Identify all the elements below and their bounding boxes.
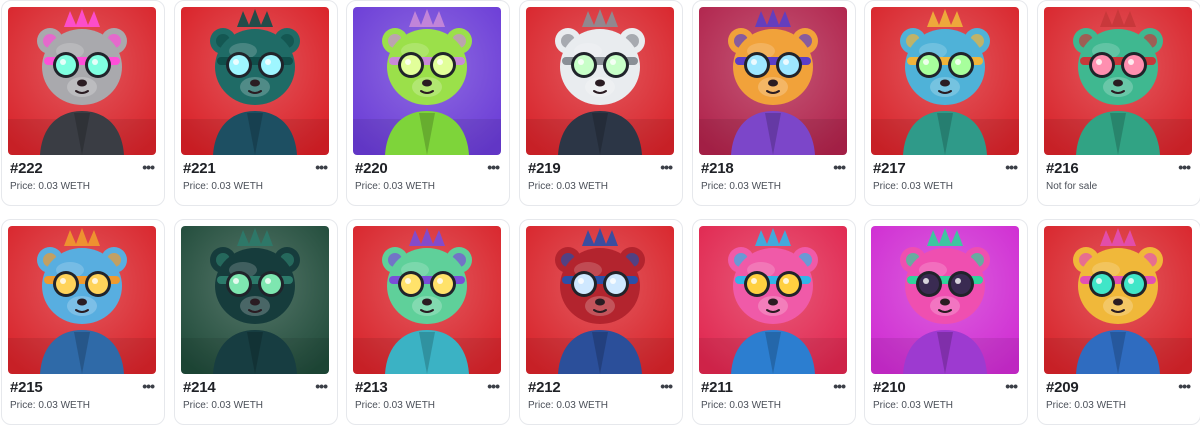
more-options-icon[interactable]: •••: [142, 379, 155, 393]
nft-card[interactable]: #215 ••• Price: 0.03 WETH: [1, 219, 165, 425]
nft-card[interactable]: #209 ••• Price: 0.03 WETH: [1037, 219, 1200, 425]
more-options-icon[interactable]: •••: [833, 160, 846, 174]
price-label: Price: 0.03 WETH: [528, 400, 609, 411]
more-options-icon[interactable]: •••: [1178, 160, 1191, 174]
more-options-icon[interactable]: •••: [660, 160, 673, 174]
price-label: Price: 0.03 WETH: [355, 400, 436, 411]
nft-card[interactable]: #217 ••• Price: 0.03 WETH: [864, 0, 1028, 206]
more-options-icon[interactable]: •••: [487, 160, 500, 174]
nft-card[interactable]: #211 ••• Price: 0.03 WETH: [692, 219, 856, 425]
lizard-character-icon[interactable]: [353, 7, 501, 155]
nft-card[interactable]: #214 ••• Price: 0.03 WETH: [174, 219, 338, 425]
token-id[interactable]: #210: [873, 379, 906, 396]
price-label: Price: 0.03 WETH: [355, 181, 436, 192]
token-id[interactable]: #211: [701, 379, 733, 396]
masked-pink-bear-character-icon[interactable]: [871, 226, 1019, 374]
price-label: Price: 0.03 WETH: [701, 181, 782, 192]
more-options-icon[interactable]: •••: [1178, 379, 1191, 393]
price-label: Price: 0.03 WETH: [183, 400, 264, 411]
price-label: Price: 0.03 WETH: [10, 400, 91, 411]
more-options-icon[interactable]: •••: [833, 379, 846, 393]
nft-card[interactable]: #218 ••• Price: 0.03 WETH: [692, 0, 856, 206]
punk-bear-character-icon[interactable]: [181, 7, 329, 155]
hooded-cat-character-icon[interactable]: [181, 226, 329, 374]
price-label: Price: 0.03 WETH: [873, 400, 954, 411]
spiky-bear-character-icon[interactable]: [1044, 7, 1192, 155]
token-id[interactable]: #213: [355, 379, 388, 396]
token-id[interactable]: #216: [1046, 160, 1079, 177]
nft-card[interactable]: #219 ••• Price: 0.03 WETH: [519, 0, 683, 206]
token-id[interactable]: #214: [183, 379, 216, 396]
token-id[interactable]: #221: [183, 160, 216, 177]
token-id[interactable]: #222: [10, 160, 43, 177]
more-options-icon[interactable]: •••: [315, 160, 328, 174]
price-label: Price: 0.03 WETH: [10, 181, 91, 192]
token-id[interactable]: #212: [528, 379, 561, 396]
more-options-icon[interactable]: •••: [315, 379, 328, 393]
more-options-icon[interactable]: •••: [1005, 379, 1018, 393]
hooded-monkey-character-icon[interactable]: [871, 7, 1019, 155]
duck-character-icon[interactable]: [699, 226, 847, 374]
lion-character-icon[interactable]: [8, 226, 156, 374]
nft-grid: #222 ••• Price: 0.03 WETH #221 ••• Price…: [0, 0, 1200, 434]
price-label: Price: 0.03 WETH: [701, 400, 782, 411]
nft-card[interactable]: #210 ••• Price: 0.03 WETH: [864, 219, 1028, 425]
more-options-icon[interactable]: •••: [1005, 160, 1018, 174]
nft-card[interactable]: #222 ••• Price: 0.03 WETH: [1, 0, 165, 206]
token-id[interactable]: #218: [701, 160, 734, 177]
price-label: Not for sale: [1046, 181, 1098, 192]
nft-card[interactable]: #216 ••• Not for sale: [1037, 0, 1200, 206]
more-options-icon[interactable]: •••: [487, 379, 500, 393]
nft-card[interactable]: #213 ••• Price: 0.03 WETH: [346, 219, 510, 425]
helmet-bear-character-icon[interactable]: [353, 226, 501, 374]
token-id[interactable]: #217: [873, 160, 906, 177]
token-id[interactable]: #215: [10, 379, 43, 396]
token-id[interactable]: #220: [355, 160, 388, 177]
more-options-icon[interactable]: •••: [142, 160, 155, 174]
hero-bear-character-icon[interactable]: [699, 7, 847, 155]
cat-character-icon[interactable]: [8, 7, 156, 155]
panda-character-icon[interactable]: [526, 7, 674, 155]
price-label: Price: 0.03 WETH: [1046, 400, 1127, 411]
masked-bear-character-icon[interactable]: [526, 226, 674, 374]
punk-bear-goggles-character-icon[interactable]: [1044, 226, 1192, 374]
price-label: Price: 0.03 WETH: [528, 181, 609, 192]
price-label: Price: 0.03 WETH: [183, 181, 264, 192]
price-label: Price: 0.03 WETH: [873, 181, 954, 192]
nft-card[interactable]: #221 ••• Price: 0.03 WETH: [174, 0, 338, 206]
token-id[interactable]: #219: [528, 160, 561, 177]
nft-card[interactable]: #220 ••• Price: 0.03 WETH: [346, 0, 510, 206]
nft-card[interactable]: #212 ••• Price: 0.03 WETH: [519, 219, 683, 425]
token-id[interactable]: #209: [1046, 379, 1079, 396]
more-options-icon[interactable]: •••: [660, 379, 673, 393]
